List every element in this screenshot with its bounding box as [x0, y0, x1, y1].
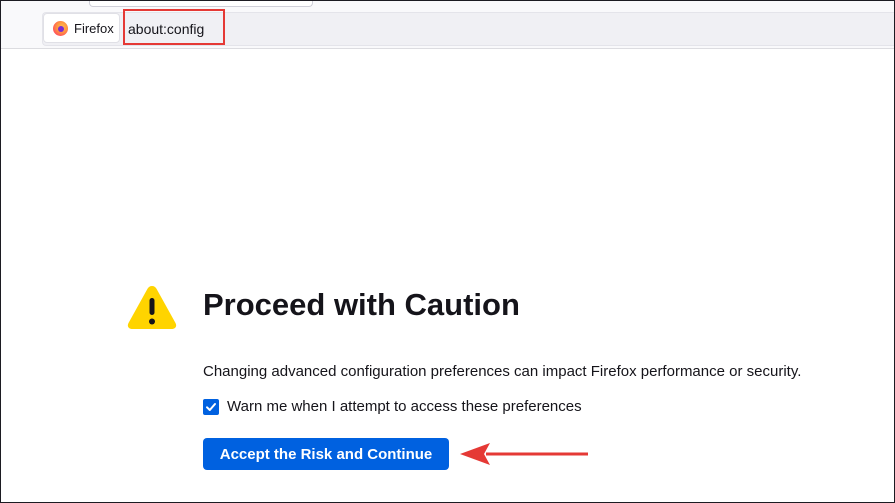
firefox-logo-icon: [53, 20, 68, 36]
page-title: Proceed with Caution: [203, 287, 520, 322]
checkmark-icon: [206, 403, 216, 411]
screenshot-border: [0, 0, 895, 503]
warn-checkbox-label[interactable]: Warn me when I attempt to access these p…: [227, 398, 582, 416]
url-highlight-box: [123, 9, 225, 45]
identity-label: Firefox: [74, 20, 114, 36]
identity-box[interactable]: Firefox: [43, 13, 120, 43]
warn-checkbox-row[interactable]: Warn me when I attempt to access these p…: [203, 398, 582, 416]
warning-description: Changing advanced configuration preferen…: [203, 363, 802, 380]
warning-triangle-icon: [127, 286, 177, 329]
red-arrow-left-icon: [460, 443, 588, 465]
tab-strip-edge: [89, 1, 313, 7]
accept-risk-button[interactable]: Accept the Risk and Continue: [203, 438, 449, 470]
warn-checkbox[interactable]: [203, 399, 219, 415]
